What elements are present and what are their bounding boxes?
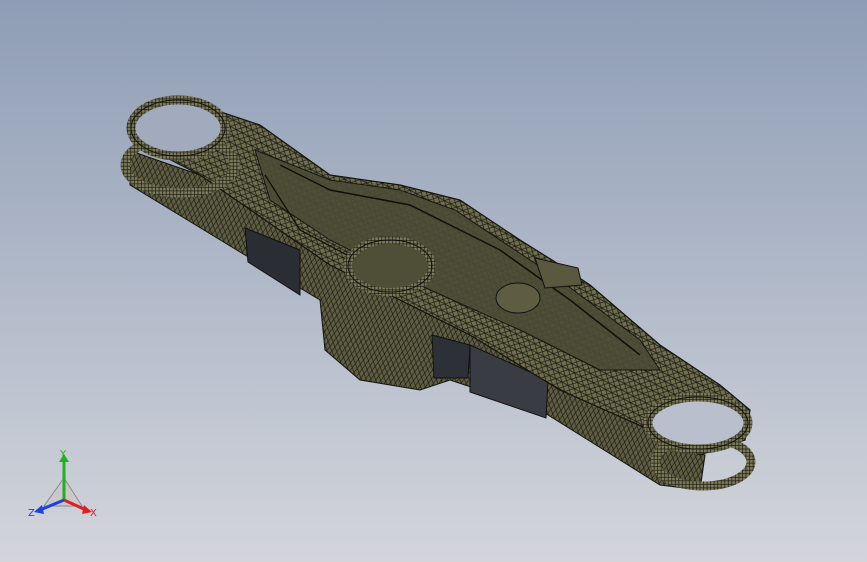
x-axis-label: X [90,508,97,519]
y-axis-label: Y [59,449,67,460]
triple-clamp-model[interactable] [0,0,867,562]
orientation-triad: Y X Z [28,449,97,519]
z-axis-label: Z [28,508,35,519]
pinch-boss [495,282,541,314]
graphics-viewport[interactable]: Y X Z [0,0,867,562]
